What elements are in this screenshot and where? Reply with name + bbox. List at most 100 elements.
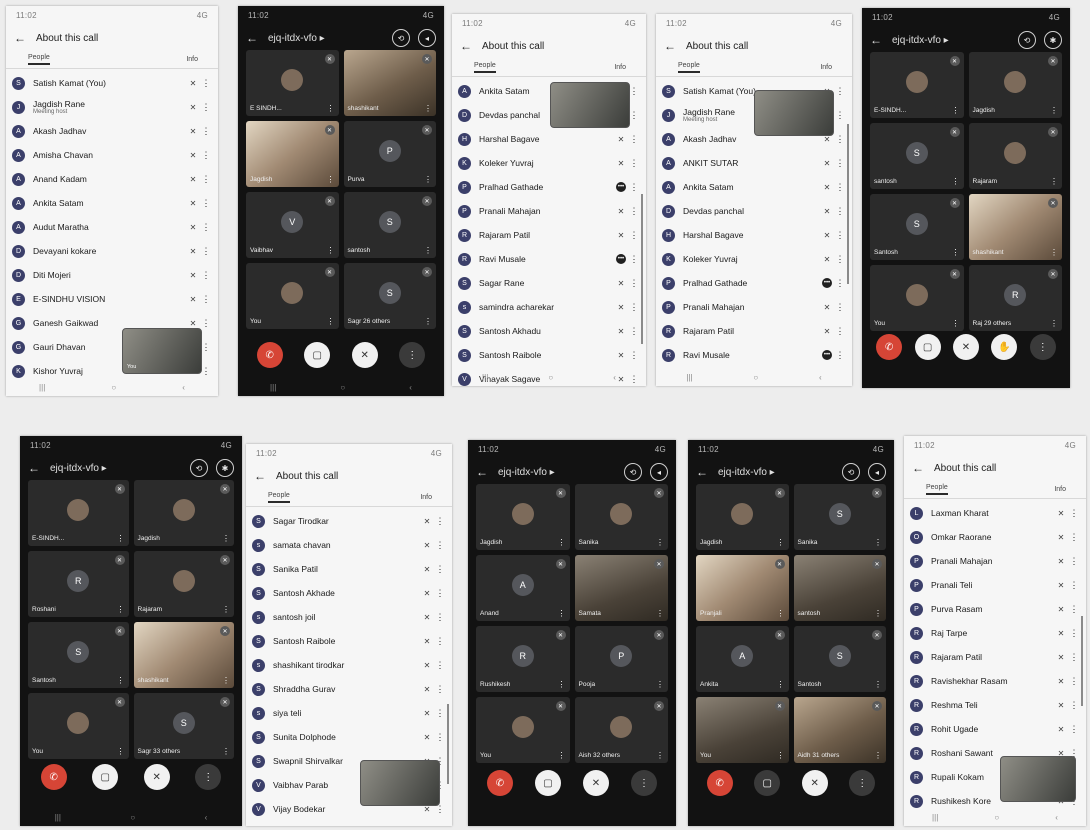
tab-info[interactable]: Info bbox=[186, 56, 198, 63]
more-options-icon[interactable]: ⋮ bbox=[834, 134, 846, 145]
more-options-button[interactable]: ⋮ bbox=[631, 770, 657, 796]
more-options-icon[interactable]: ⋮ bbox=[1068, 604, 1080, 615]
camera-toggle-button[interactable]: ▢ bbox=[754, 770, 781, 796]
camera-toggle-button[interactable]: ▢ bbox=[914, 334, 941, 360]
participant-tile[interactable]: S ✕ Santosh ⋮ bbox=[28, 622, 129, 688]
more-options-icon[interactable]: ⋮ bbox=[834, 278, 846, 289]
participant-row[interactable]: R Ravishekhar Rasam ✕ ⋮ bbox=[910, 669, 1080, 693]
back-arrow-icon[interactable]: ← bbox=[254, 469, 270, 483]
participant-tile[interactable]: S ✕ Sagr 26 others ⋮ bbox=[343, 263, 436, 329]
home-icon[interactable]: ○ bbox=[130, 813, 135, 822]
back-arrow-icon[interactable]: ← bbox=[696, 465, 712, 479]
participant-tile[interactable]: V ✕ Vaibhav ⋮ bbox=[246, 192, 339, 258]
participant-row[interactable]: D Diti Mojeri ✕ ⋮ bbox=[12, 263, 212, 287]
self-view-pip[interactable] bbox=[754, 90, 834, 136]
more-options-icon[interactable]: ⋮ bbox=[200, 222, 212, 233]
participant-tile[interactable]: P ✕ Pooja ⋮ bbox=[574, 626, 668, 692]
more-options-icon[interactable]: ⋮ bbox=[1050, 319, 1058, 328]
more-options-icon[interactable]: ⋮ bbox=[834, 86, 846, 97]
participant-tile[interactable]: P ✕ Purva ⋮ bbox=[343, 121, 436, 187]
back-arrow-icon[interactable]: ← bbox=[912, 461, 928, 475]
participant-row[interactable]: P Pranali Mahajan ✕ ⋮ bbox=[662, 295, 846, 319]
participant-tile[interactable]: ✕ Pranjali ⋮ bbox=[696, 555, 789, 621]
tab-info[interactable]: Info bbox=[614, 64, 626, 71]
more-options-icon[interactable]: ⋮ bbox=[434, 540, 446, 551]
back-arrow-icon[interactable]: ← bbox=[870, 33, 886, 47]
camera-toggle-button[interactable]: ▢ bbox=[304, 342, 331, 368]
more-options-icon[interactable]: ⋮ bbox=[1068, 652, 1080, 663]
participant-row[interactable]: D Devayani kokare ✕ ⋮ bbox=[12, 239, 212, 263]
participant-row[interactable]: A Ankita Satam ✕⋮ bbox=[12, 191, 212, 215]
more-options-icon[interactable]: ⋮ bbox=[874, 538, 882, 547]
more-options-icon[interactable]: ⋮ bbox=[874, 751, 882, 760]
participant-tile[interactable]: S ✕ Sagr 33 others ⋮ bbox=[133, 693, 234, 759]
more-options-icon[interactable]: ⋮ bbox=[200, 294, 212, 305]
participant-tile[interactable]: A ✕ Anand ⋮ bbox=[476, 555, 570, 621]
participant-tile[interactable]: ✕ Sanika ⋮ bbox=[574, 484, 668, 550]
more-options-icon[interactable]: ⋮ bbox=[558, 538, 566, 547]
recent-apps-icon[interactable]: ||| bbox=[932, 813, 938, 822]
self-view-pip[interactable] bbox=[550, 82, 630, 128]
more-options-icon[interactable]: ⋮ bbox=[117, 676, 125, 685]
more-options-icon[interactable]: ⋮ bbox=[834, 206, 846, 217]
more-options-icon[interactable]: ⋮ bbox=[834, 182, 846, 193]
participant-row[interactable]: P Pralhad Gathade ••• ⋮ bbox=[458, 175, 640, 199]
more-options-icon[interactable]: ⋮ bbox=[117, 534, 125, 543]
participant-tile[interactable]: ✕ shashikant ⋮ bbox=[133, 622, 234, 688]
more-options-icon[interactable]: ⋮ bbox=[1068, 628, 1080, 639]
more-options-icon[interactable]: ⋮ bbox=[117, 747, 125, 756]
participant-tile[interactable]: R ✕ Roshani ⋮ bbox=[28, 551, 129, 617]
meeting-code[interactable]: ejq-itdx-vfo ▸ bbox=[268, 33, 384, 44]
participant-row[interactable]: S Santosh Raibole ✕ ⋮ bbox=[458, 343, 640, 367]
more-options-icon[interactable]: ⋮ bbox=[424, 104, 432, 113]
participant-tile[interactable]: S ✕ santosh ⋮ bbox=[870, 123, 964, 189]
more-options-icon[interactable]: ⋮ bbox=[222, 747, 230, 756]
more-options-icon[interactable]: ⋮ bbox=[628, 158, 640, 169]
participant-row[interactable]: O Omkar Raorane ✕ ⋮ bbox=[910, 525, 1080, 549]
more-options-icon[interactable]: ⋮ bbox=[656, 751, 664, 760]
end-call-button[interactable]: ✆ bbox=[40, 764, 67, 790]
more-options-icon[interactable]: ⋮ bbox=[628, 278, 640, 289]
more-options-icon[interactable]: ⋮ bbox=[1068, 556, 1080, 567]
participant-row[interactable]: K Koleker Yuvraj ✕ ⋮ bbox=[458, 151, 640, 175]
participant-tile[interactable]: ✕ Aish 32 others ⋮ bbox=[574, 697, 668, 763]
participant-row[interactable]: S Santosh Raibole ✕ ⋮ bbox=[252, 629, 446, 653]
tab-people[interactable]: People bbox=[474, 62, 496, 73]
participant-row[interactable]: A Amisha Chavan ✕ ⋮ bbox=[12, 143, 212, 167]
participant-row[interactable]: A ANKIT SUTAR ✕ ⋮ bbox=[662, 151, 846, 175]
recent-apps-icon[interactable]: ||| bbox=[55, 813, 61, 822]
tab-people[interactable]: People bbox=[678, 62, 700, 73]
end-call-button[interactable]: ✆ bbox=[487, 770, 513, 796]
mic-toggle-button[interactable]: ✕ bbox=[143, 764, 170, 790]
more-options-icon[interactable]: ⋮ bbox=[1068, 580, 1080, 591]
more-options-icon[interactable]: ⋮ bbox=[777, 538, 785, 547]
participant-tile[interactable]: ✕ shashikant ⋮ bbox=[968, 194, 1062, 260]
participant-row[interactable]: S Satish Kamat (You) ✕⋮ bbox=[12, 71, 212, 95]
participant-tile[interactable]: ✕ Jagdish ⋮ bbox=[696, 484, 789, 550]
more-options-icon[interactable]: ⋮ bbox=[834, 230, 846, 241]
more-options-icon[interactable]: ⋮ bbox=[628, 302, 640, 313]
scrollbar[interactable] bbox=[641, 194, 643, 344]
bluetooth-icon[interactable]: ✱ bbox=[216, 459, 234, 477]
home-icon[interactable]: ○ bbox=[994, 813, 999, 822]
tab-info[interactable]: Info bbox=[820, 64, 832, 71]
participant-row[interactable]: A Ankita Satam ✕⋮ bbox=[662, 175, 846, 199]
mic-toggle-button[interactable]: ✕ bbox=[952, 334, 979, 360]
participant-tile[interactable]: S ✕ Santosh ⋮ bbox=[870, 194, 964, 260]
meeting-code[interactable]: ejq-itdx-vfo ▸ bbox=[718, 467, 834, 478]
more-options-icon[interactable]: ⋮ bbox=[434, 588, 446, 599]
more-options-icon[interactable]: ⋮ bbox=[628, 350, 640, 361]
participant-row[interactable]: P Pralhad Gathade ••• ⋮ bbox=[662, 271, 846, 295]
tab-info[interactable]: Info bbox=[1054, 486, 1066, 493]
more-options-icon[interactable]: ⋮ bbox=[777, 680, 785, 689]
more-options-icon[interactable]: ⋮ bbox=[628, 230, 640, 241]
more-options-icon[interactable]: ⋮ bbox=[1068, 724, 1080, 735]
participant-row[interactable]: P Purva Rasam ✕ ⋮ bbox=[910, 597, 1080, 621]
participant-row[interactable]: S Sunita Dolphode ✕ ⋮ bbox=[252, 725, 446, 749]
home-icon[interactable]: ○ bbox=[548, 373, 553, 382]
participant-row[interactable]: R Ravi Musale ••• ⋮ bbox=[458, 247, 640, 271]
more-options-icon[interactable]: ⋮ bbox=[628, 206, 640, 217]
end-call-button[interactable]: ✆ bbox=[876, 334, 903, 360]
participant-tile[interactable]: A ✕ Ankita ⋮ bbox=[696, 626, 789, 692]
more-options-icon[interactable]: ⋮ bbox=[222, 676, 230, 685]
